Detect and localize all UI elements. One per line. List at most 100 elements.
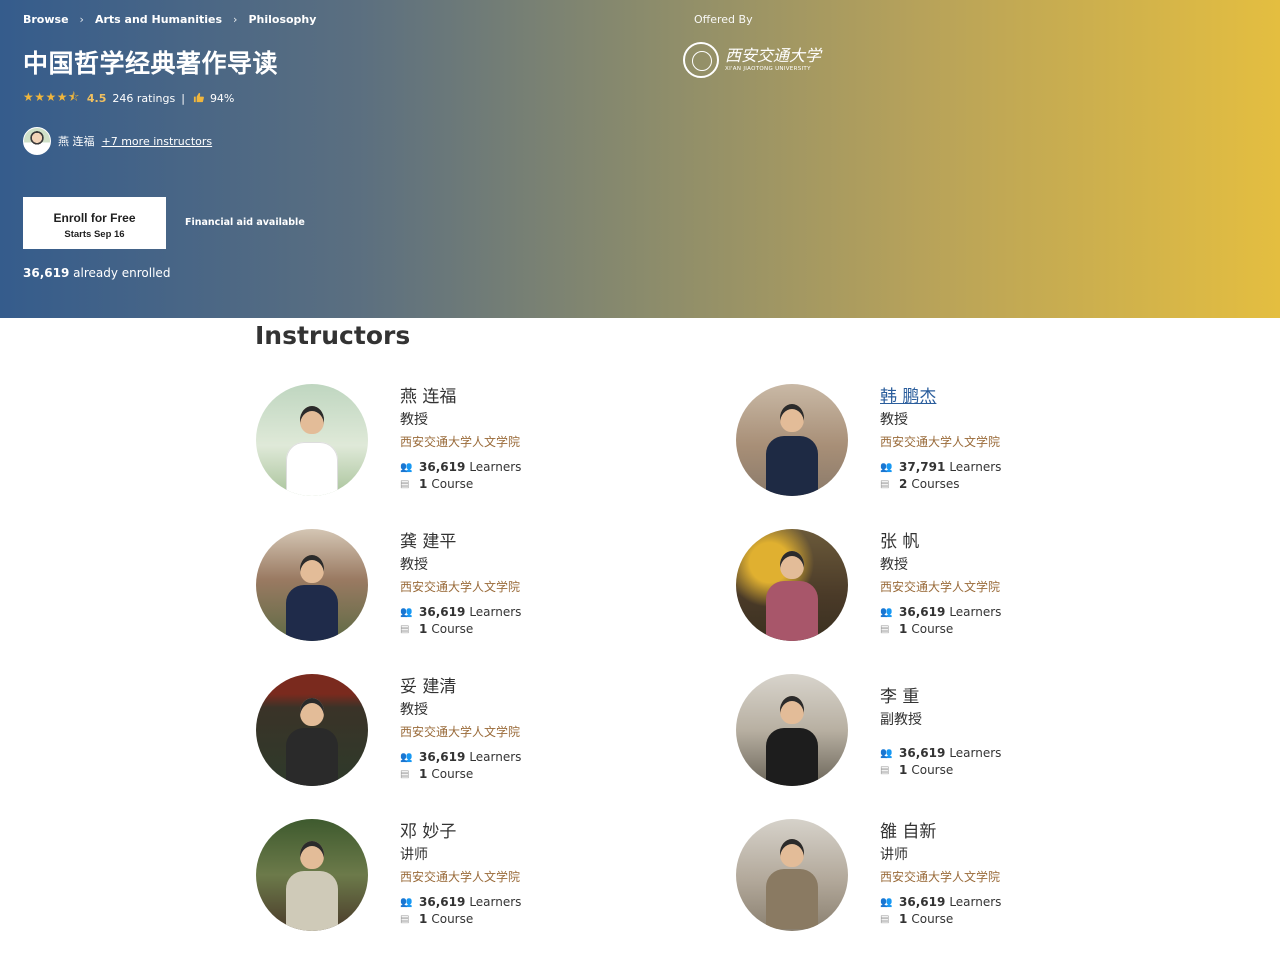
- instructor-role: 教授: [880, 412, 908, 428]
- instructor-name[interactable]: 燕 连福: [400, 386, 521, 408]
- instructor-card: 张 帆 教授 西安交通大学人文学院 👥 36,619 Learners ▤ 1 …: [736, 529, 1136, 649]
- instructor-photo[interactable]: [736, 529, 848, 641]
- instructor-card: 邓 妙子 讲师 西安交通大学人文学院 👥 36,619 Learners ▤ 1…: [256, 819, 656, 939]
- start-date: Starts Sep 16: [64, 228, 125, 240]
- instructor-card: 雒 自新 讲师 西安交通大学人文学院 👥 36,619 Learners ▤ 1…: [736, 819, 1136, 939]
- learners-stat: 👥 36,619 Learners: [400, 749, 521, 766]
- course-hero-banner: Browse › Arts and Humanities › Philosoph…: [0, 0, 1280, 318]
- learners-count: 36,619: [419, 750, 466, 764]
- users-icon: 👥: [880, 748, 893, 759]
- users-icon: 👥: [880, 607, 893, 618]
- star-rating-icon: ★★★★⯪: [23, 90, 80, 104]
- courses-count: 1: [419, 912, 428, 926]
- users-icon: 👥: [400, 462, 413, 473]
- instructor-name[interactable]: 邓 妙子: [400, 821, 521, 843]
- instructor-org: 西安交通大学人文学院: [400, 725, 521, 739]
- instructor-name[interactable]: 张 帆: [880, 531, 1001, 553]
- users-icon: 👥: [400, 752, 413, 763]
- learners-count: 36,619: [899, 605, 946, 619]
- courses-count: 1: [419, 622, 428, 636]
- learners-label: Learners: [469, 460, 522, 474]
- users-icon: 👥: [400, 897, 413, 908]
- courses-stat: ▤ 1 Course: [400, 621, 521, 638]
- courses-stat: ▤ 1 Course: [400, 911, 521, 928]
- instructor-photo[interactable]: [736, 674, 848, 786]
- chevron-right-icon: ›: [233, 13, 238, 26]
- instructor-name[interactable]: 龚 建平: [400, 531, 521, 553]
- instructor-name-link[interactable]: 韩 鹏杰: [880, 386, 1001, 408]
- learners-label: Learners: [949, 895, 1002, 909]
- enroll-button[interactable]: Enroll for Free Starts Sep 16: [23, 197, 166, 249]
- courses-label: Course: [431, 767, 474, 781]
- instructor-org: 西安交通大学人文学院: [400, 870, 521, 884]
- instructor-org: 西安交通大学人文学院: [880, 580, 1001, 594]
- learners-stat: 👥 36,619 Learners: [400, 894, 521, 911]
- courses-count: 1: [899, 622, 908, 636]
- learners-count: 37,791: [899, 460, 946, 474]
- university-name-cn: 西安交通大学: [725, 46, 822, 65]
- courses-label: Course: [431, 912, 474, 926]
- learners-stat: 👥 37,791 Learners: [880, 459, 1001, 476]
- financial-aid-link[interactable]: Financial aid available: [185, 217, 305, 228]
- instructor-name[interactable]: 李 重: [880, 686, 1001, 708]
- instructor-org: 西安交通大学人文学院: [880, 435, 1001, 449]
- chevron-right-icon: ›: [79, 13, 84, 26]
- learners-stat: 👥 36,619 Learners: [880, 894, 1001, 911]
- courses-stat: ▤ 2 Courses: [880, 476, 1001, 493]
- instructor-name[interactable]: 燕 连福: [58, 133, 95, 149]
- courses-count: 1: [899, 912, 908, 926]
- breadcrumb-arts-and-humanities[interactable]: Arts and Humanities: [95, 13, 222, 26]
- breadcrumb-philosophy[interactable]: Philosophy: [248, 13, 316, 26]
- instructor-photo[interactable]: [256, 529, 368, 641]
- instructor-photo[interactable]: [736, 819, 848, 931]
- ratings-count[interactable]: 246 ratings: [112, 92, 175, 105]
- more-instructors-link[interactable]: +7 more instructors: [102, 135, 213, 148]
- instructor-org: 西安交通大学人文学院: [400, 580, 521, 594]
- instructor-card: 燕 连福 教授 西安交通大学人文学院 👥 36,619 Learners ▤ 1…: [256, 384, 656, 504]
- learners-label: Learners: [949, 746, 1002, 760]
- rating-row: ★★★★⯪ 4.5 246 ratings | 94%: [23, 88, 234, 109]
- courses-label: Course: [431, 477, 474, 491]
- instructor-photo[interactable]: [736, 384, 848, 496]
- learners-count: 36,619: [419, 895, 466, 909]
- users-icon: 👥: [880, 462, 893, 473]
- enrolled-text: already enrolled: [73, 266, 171, 280]
- learners-stat: 👥 36,619 Learners: [880, 604, 1001, 621]
- instructor-card: 龚 建平 教授 西安交通大学人文学院 👥 36,619 Learners ▤ 1…: [256, 529, 656, 649]
- instructor-summary: 燕 连福 +7 more instructors: [23, 127, 212, 155]
- courses-stat: ▤ 1 Course: [880, 621, 1001, 638]
- courses-label: Course: [911, 763, 954, 777]
- learners-count: 36,619: [419, 605, 466, 619]
- thumbs-up-icon: [193, 92, 204, 106]
- instructor-name[interactable]: 妥 建清: [400, 676, 521, 698]
- instructor-name[interactable]: 雒 自新: [880, 821, 1001, 843]
- courses-stat: ▤ 1 Course: [880, 762, 1001, 779]
- instructor-role: 教授: [400, 412, 428, 428]
- like-percent: 94%: [209, 92, 235, 105]
- book-icon: ▤: [400, 624, 410, 635]
- learners-stat: 👥 36,619 Learners: [400, 459, 521, 476]
- courses-count: 1: [899, 763, 908, 777]
- instructor-card: 韩 鹏杰 教授 西安交通大学人文学院 👥 37,791 Learners ▤ 2…: [736, 384, 1136, 504]
- instructor-role: 教授: [880, 557, 908, 573]
- book-icon: ▤: [400, 479, 410, 490]
- instructor-photo[interactable]: [256, 674, 368, 786]
- learners-label: Learners: [949, 605, 1002, 619]
- instructor-photo[interactable]: [256, 819, 368, 931]
- book-icon: ▤: [400, 769, 410, 780]
- courses-count: 1: [419, 767, 428, 781]
- instructor-role: 副教授: [880, 712, 922, 728]
- university-logo[interactable]: 西安交通大学 XI'AN JIAOTONG UNIVERSITY: [683, 42, 821, 78]
- divider: |: [181, 92, 185, 105]
- learners-count: 36,619: [899, 746, 946, 760]
- breadcrumb-browse[interactable]: Browse: [23, 13, 69, 26]
- instructor-org: 西安交通大学人文学院: [400, 435, 521, 449]
- book-icon: ▤: [400, 914, 410, 925]
- courses-count: 2: [899, 477, 908, 491]
- instructor-photo[interactable]: [256, 384, 368, 496]
- learners-label: Learners: [469, 750, 522, 764]
- learners-stat: 👥 36,619 Learners: [400, 604, 521, 621]
- avatar[interactable]: [23, 127, 51, 155]
- learners-stat: 👥 36,619 Learners: [880, 745, 1001, 762]
- learners-label: Learners: [949, 460, 1002, 474]
